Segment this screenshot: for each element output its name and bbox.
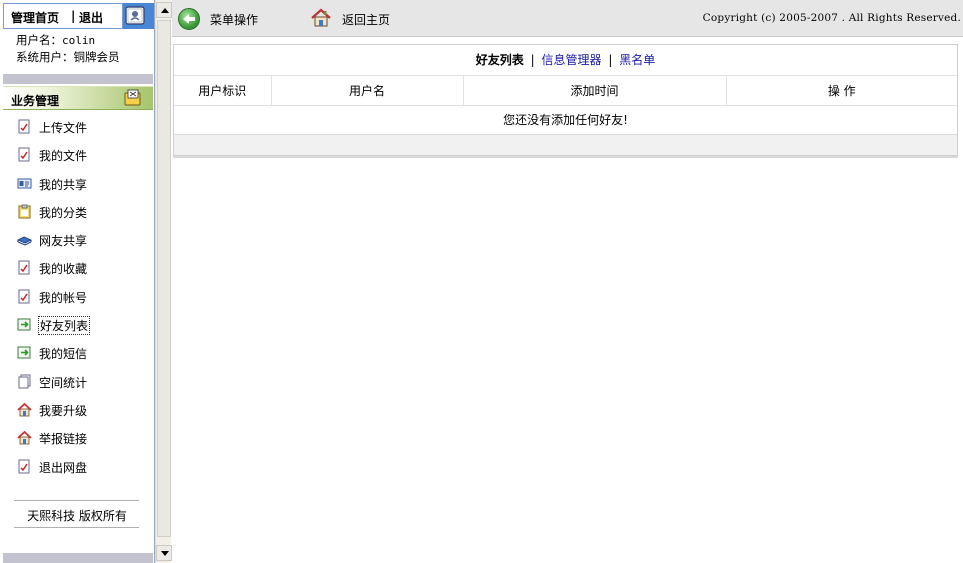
logout-link[interactable]: 退出 xyxy=(79,9,103,26)
admin-home-link[interactable]: 管理首页 xyxy=(11,9,59,26)
house-icon xyxy=(17,430,32,445)
sidebar-copyright: 天熙科技 版权所有 xyxy=(27,509,127,523)
sidebar-item-label: 退出网盘 xyxy=(39,460,88,475)
system-user-value: 铜牌会员 xyxy=(73,50,120,64)
sidebar-item[interactable]: 我的短信 xyxy=(0,338,154,366)
notebook-icon xyxy=(125,6,145,25)
sidebar-item-label: 我的帐号 xyxy=(39,290,88,305)
empty-message: 您还没有添加任何好友! xyxy=(174,105,957,134)
menu-operations-link[interactable]: 菜单操作 xyxy=(210,11,258,28)
sidebar-item[interactable]: 我的文件 xyxy=(0,140,154,168)
pages-icon xyxy=(17,374,32,389)
sidebar-divider-band xyxy=(3,74,153,84)
sidebar-item-label: 上传文件 xyxy=(39,121,88,135)
footer-rule-bottom xyxy=(14,527,139,528)
sidebar-item[interactable]: 我要升级 xyxy=(0,395,154,423)
sidebar-item-label: 举报链接 xyxy=(39,432,88,447)
left-sidebar: 管理首页 | 退出 用户名：colin 系统用户：铜牌会员 业务管理 上传文件 … xyxy=(0,0,155,563)
document-check-icon xyxy=(17,119,32,134)
sidebar-item-label: 我的文件 xyxy=(39,149,88,164)
tab-friend-list[interactable]: 好友列表 xyxy=(476,53,524,67)
username-row: 用户名：colin xyxy=(16,32,120,49)
friends-table: 用户标识 用户名 添加时间 操 作 您还没有添加任何好友! xyxy=(174,76,957,134)
sidebar-header: 管理首页 | 退出 xyxy=(3,3,154,29)
id-card-icon xyxy=(17,176,32,191)
folder-tools-icon xyxy=(124,89,141,106)
panel-tabs: 好友列表 | 信息管理器 | 黑名单 xyxy=(174,45,957,76)
sidebar-item-label: 我的共享 xyxy=(39,177,88,192)
column-header-actions: 操 作 xyxy=(726,76,957,106)
sidebar-item-label: 我的收藏 xyxy=(39,262,88,277)
sidebar-item[interactable]: 我的共享 xyxy=(0,169,154,197)
house-icon xyxy=(17,402,32,417)
sidebar-item[interactable]: 我的分类 xyxy=(0,197,154,225)
arrow-doc-icon xyxy=(17,317,32,332)
footer-rule-top xyxy=(14,500,139,501)
return-home-link[interactable]: 返回主页 xyxy=(342,11,390,28)
tab-separator: | xyxy=(530,53,535,67)
copyright-notice: Copyright (c) 2005-2007 . All Rights Res… xyxy=(702,12,961,24)
document-check-icon xyxy=(17,289,32,304)
sidebar-item[interactable]: 退出网盘 xyxy=(0,452,154,480)
top-toolbar: 菜单操作 返回主页 Copyright (c) 2005-2007 . All … xyxy=(172,0,963,37)
sidebar-item[interactable]: 举报链接 xyxy=(0,423,154,451)
sidebar-item[interactable]: 好友列表 xyxy=(0,310,154,338)
section-title: 业务管理 xyxy=(11,94,60,108)
back-arrow-icon[interactable] xyxy=(178,8,200,30)
sidebar-item[interactable]: 网友共享 xyxy=(0,225,154,253)
book-stack-icon xyxy=(17,232,32,247)
sidebar-item-label: 我要升级 xyxy=(39,403,88,418)
table-header-row: 用户标识 用户名 添加时间 操 作 xyxy=(174,76,957,106)
username-value: colin xyxy=(62,34,96,47)
sidebar-menu: 上传文件我的文件我的共享我的分类网友共享我的收藏我的帐号好友列表我的短信空间统计… xyxy=(0,112,154,480)
friends-panel: 好友列表 | 信息管理器 | 黑名单 用户标识 用户名 添加时间 操 作 您还没… xyxy=(173,44,958,156)
sidebar-item-label: 我的分类 xyxy=(39,205,88,220)
column-header-username: 用户名 xyxy=(271,76,464,106)
username-label: 用户名： xyxy=(16,33,62,47)
system-user-label: 系统用户： xyxy=(16,50,74,64)
app-frame: 管理首页 | 退出 用户名：colin 系统用户：铜牌会员 业务管理 上传文件 … xyxy=(0,0,963,563)
arrow-up-icon xyxy=(161,8,169,13)
document-check-icon xyxy=(17,459,32,474)
arrow-doc-icon xyxy=(17,345,32,360)
sidebar-item[interactable]: 上传文件 xyxy=(0,112,154,140)
sidebar-item-label: 我的短信 xyxy=(39,347,88,362)
tab-blacklist[interactable]: 黑名单 xyxy=(619,53,655,67)
document-check-icon xyxy=(17,260,32,275)
system-user-row: 系统用户：铜牌会员 xyxy=(16,49,120,66)
scroll-thumb[interactable] xyxy=(157,20,171,537)
user-info: 用户名：colin 系统用户：铜牌会员 xyxy=(16,32,120,66)
sidebar-scrollbar[interactable] xyxy=(155,0,172,563)
panel-footer xyxy=(174,134,957,155)
sidebar-item[interactable]: 我的收藏 xyxy=(0,253,154,281)
sidebar-item[interactable]: 我的帐号 xyxy=(0,282,154,310)
table-row: 您还没有添加任何好友! xyxy=(174,105,957,134)
home-icon[interactable] xyxy=(310,7,332,29)
header-separator: | xyxy=(71,9,76,23)
scroll-up-button[interactable] xyxy=(156,2,172,18)
clipboard-icon xyxy=(17,204,32,219)
sidebar-item-label: 网友共享 xyxy=(39,234,88,249)
document-check-icon xyxy=(17,147,32,162)
sidebar-item-label: 好友列表 xyxy=(38,316,91,336)
sidebar-footer-band xyxy=(3,553,153,563)
panel-shadow xyxy=(173,156,958,158)
business-section-header: 业务管理 xyxy=(3,86,153,110)
tab-separator: | xyxy=(608,53,613,67)
sidebar-item[interactable]: 空间统计 xyxy=(0,367,154,395)
sidebar-header-links: 管理首页 | 退出 xyxy=(3,3,123,29)
scroll-down-button[interactable] xyxy=(156,545,172,561)
sidebar-item-label: 空间统计 xyxy=(39,375,88,390)
column-header-user-id: 用户标识 xyxy=(174,76,272,106)
column-header-added-time: 添加时间 xyxy=(463,76,727,106)
arrow-down-icon xyxy=(161,551,169,556)
tab-info-manager[interactable]: 信息管理器 xyxy=(541,53,601,67)
